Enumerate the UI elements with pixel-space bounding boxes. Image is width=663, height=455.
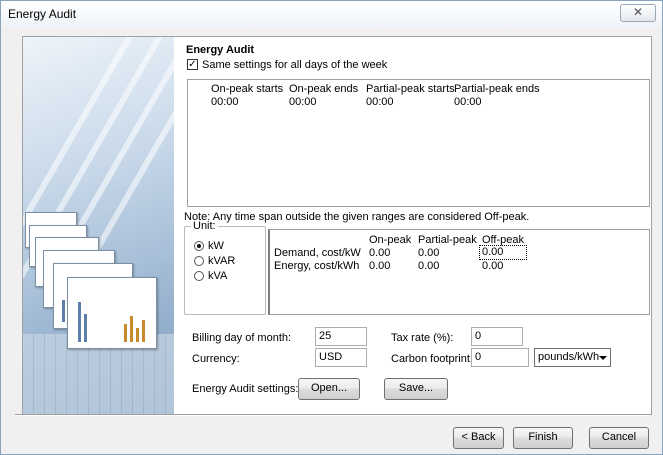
finish-button[interactable]: Finish [513,427,573,449]
unit-kvar-radio[interactable] [194,256,204,266]
unit-group: Unit: kW kVAR kVA [184,220,266,315]
demand-partialpeak-cell[interactable]: 0.00 [418,247,439,259]
footer-separator [15,414,649,416]
carbon-footprint-label: Carbon footprint: [391,353,473,365]
onpeak-start-cell[interactable]: 00:00 [211,96,239,108]
demand-onpeak-cell[interactable]: 0.00 [369,247,390,259]
peak-schedule-table[interactable]: On-peak starts On-peak ends Partial-peak… [187,79,650,207]
checkmark-icon: ✓ [188,59,197,70]
window-title: Energy Audit [8,7,77,21]
tax-rate-field[interactable]: 0 [471,327,523,346]
settings-label: Energy Audit settings: [192,383,299,395]
wizard-page: Energy Audit ✓ Same settings for all day… [22,36,652,415]
billing-day-label: Billing day of month: [192,332,292,344]
onpeak-end-cell[interactable]: 00:00 [289,96,317,108]
section-heading: Energy Audit [186,44,255,56]
close-icon: ✕ [632,5,644,19]
column-header: Partial-peak [418,234,477,246]
energy-row-label: Energy, cost/kWh [274,260,360,272]
dialog-body: Energy Audit ✓ Same settings for all day… [8,28,657,453]
column-header: Partial-peak ends [454,83,540,95]
column-header: On-peak ends [289,83,359,95]
chevron-down-icon [599,356,607,360]
unit-kw-label: kW [208,240,224,252]
same-settings-checkbox[interactable]: ✓ [187,59,198,70]
partialpeak-start-cell[interactable]: 00:00 [366,96,394,108]
cost-table[interactable]: On-peak Partial-peak Off-peak Demand, co… [268,229,650,315]
unit-kva-label: kVA [208,270,228,282]
save-settings-button[interactable]: Save... [384,378,448,400]
unit-legend: Unit: [191,220,218,232]
unit-kw-radio[interactable] [194,241,204,251]
partialpeak-end-cell[interactable]: 00:00 [454,96,482,108]
currency-field[interactable]: USD [315,348,367,367]
column-header: On-peak starts [211,83,284,95]
energy-partialpeak-cell[interactable]: 0.00 [418,260,439,272]
demand-row-label: Demand, cost/kW [274,247,361,259]
tax-rate-label: Tax rate (%): [391,332,454,344]
energy-onpeak-cell[interactable]: 0.00 [369,260,390,272]
column-header: Off-peak [482,234,524,246]
unit-kvar-label: kVAR [208,255,236,267]
carbon-unit-value: pounds/kWh [538,351,600,363]
energy-offpeak-cell[interactable]: 0.00 [482,260,503,272]
title-bar: Energy Audit ✕ [1,1,662,27]
offpeak-note: Note: Any time span outside the given ra… [184,211,530,223]
column-header: Partial-peak starts [366,83,455,95]
cancel-button[interactable]: Cancel [589,427,649,449]
column-header: On-peak [369,234,412,246]
billing-day-field[interactable]: 25 [315,327,367,346]
demand-offpeak-cell[interactable]: 0.00 [479,245,527,260]
close-button[interactable]: ✕ [620,4,656,22]
energy-audit-window: Energy Audit ✕ Energy Audit ✓ Same setti… [0,0,663,455]
carbon-unit-select[interactable]: pounds/kWh [534,348,611,367]
currency-label: Currency: [192,353,240,365]
settings-content: Energy Audit ✓ Same settings for all day… [184,37,652,414]
unit-kva-radio[interactable] [194,271,204,281]
open-settings-button[interactable]: Open... [298,378,360,400]
same-settings-label: Same settings for all days of the week [202,59,388,71]
carbon-footprint-field[interactable]: 0 [471,348,529,367]
wizard-banner-image [23,37,174,414]
back-button[interactable]: < Back [453,427,504,449]
